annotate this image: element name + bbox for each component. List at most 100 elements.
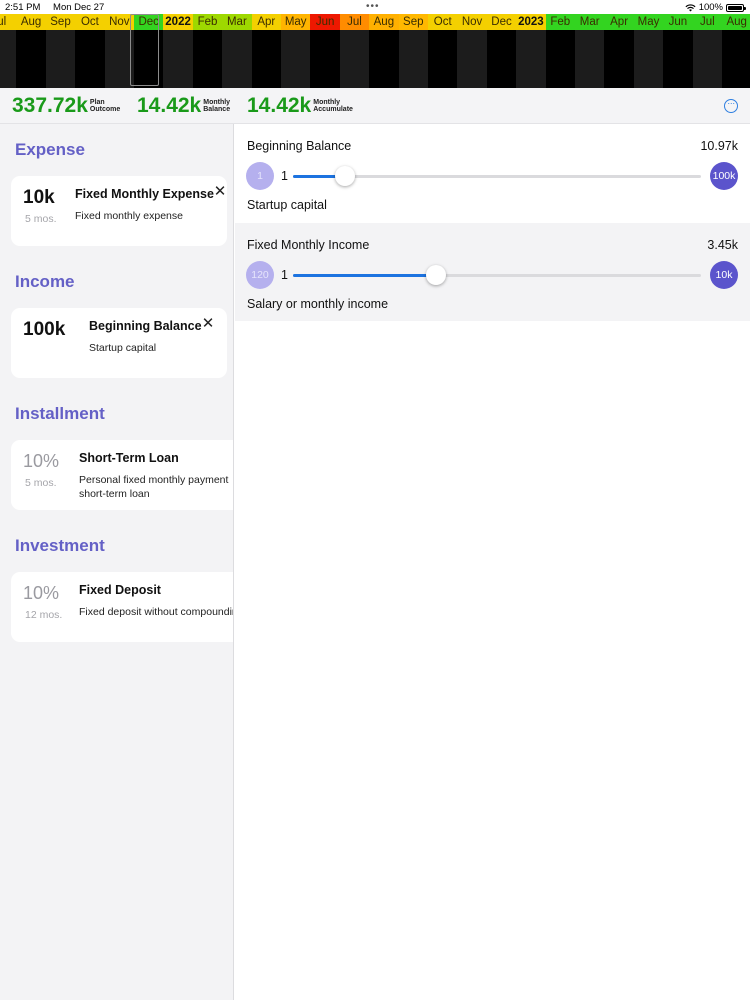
monthly-accumulate-value: 14.42k	[247, 94, 312, 117]
fixed-monthly-income-row: Fixed Monthly Income 3.45k 120 1 10k Sal…	[235, 223, 750, 321]
monthly-accumulate-metric: 14.42k Monthly Accumulate	[247, 94, 353, 118]
timeline-month-column	[339, 30, 370, 88]
card-value: 10%	[23, 583, 60, 603]
card-description: Fixed deposit without compounding	[79, 606, 234, 618]
card-value: 10k	[23, 187, 55, 208]
timeline-month-label[interactable]: Aug	[16, 14, 46, 30]
timeline-month-column	[252, 30, 281, 88]
close-icon[interactable]: ✕	[201, 316, 215, 331]
status-right: 100%	[685, 2, 746, 13]
timeline-month-label[interactable]: Oct	[428, 14, 458, 30]
timeline-month-label[interactable]: May	[633, 14, 664, 30]
section-title-investment: Investment	[15, 536, 105, 555]
row-value: 3.45k	[707, 238, 738, 252]
battery-percent: 100%	[698, 2, 723, 13]
timeline-month-label[interactable]: Feb	[192, 14, 223, 30]
step-max-button[interactable]: 10k	[710, 261, 738, 289]
timeline-bars[interactable]	[0, 30, 750, 88]
monthly-balance-label-line-2: Balance	[203, 106, 231, 113]
timeline-month-column	[0, 30, 17, 88]
timeline-month-column	[633, 30, 664, 88]
timeline-month-label[interactable]: Feb	[545, 14, 575, 30]
row-value: 10.97k	[700, 139, 738, 153]
timeline-month-label[interactable]: Aug	[722, 14, 750, 30]
timeline-month-column	[310, 30, 339, 88]
timeline-month-label[interactable]: Mar	[222, 14, 252, 30]
timeline-month-label[interactable]: Sep	[398, 14, 428, 30]
section-title-income: Income	[15, 272, 75, 291]
card-description: Fixed monthly expense	[75, 210, 183, 222]
timeline-selection-handle[interactable]	[130, 14, 159, 86]
close-icon[interactable]: ✕	[213, 184, 227, 199]
timeline-month-column	[222, 30, 252, 88]
status-left: 2:51 PM Mon Dec 27	[5, 2, 114, 13]
timeline-month-column	[487, 30, 516, 88]
ellipsis-circle-icon[interactable]: ···	[724, 99, 738, 113]
timeline-month-label[interactable]: Jun	[663, 14, 693, 30]
card-description: Personal fixed monthly payment short-ter…	[79, 474, 229, 500]
row-title: Beginning Balance	[247, 139, 352, 153]
section-title-expense: Expense	[15, 140, 85, 159]
timeline-month-label[interactable]: 2022	[163, 14, 193, 30]
expense-card[interactable]: 10k 5 mos. Fixed Monthly Expense Fixed m…	[11, 176, 227, 246]
timeline-month-label[interactable]: Oct	[75, 14, 105, 30]
timeline-month-column	[604, 30, 633, 88]
plan-outcome-label: Plan Outcome	[90, 99, 120, 113]
timeline[interactable]: ul Aug Sep Oct Nov Dec 2022 Feb Mar Apr May Jun Jul A…	[0, 14, 750, 88]
beginning-balance-slider[interactable]	[293, 166, 701, 186]
step-min-button[interactable]: 1	[246, 162, 274, 190]
timeline-month-label[interactable]: Jul	[339, 14, 370, 30]
monthly-balance-metric: 14.42k Monthly Balance	[137, 94, 230, 118]
battery-icon	[726, 3, 746, 12]
summary-bar: 337.72k Plan Outcome 14.42k Monthly Bala…	[0, 88, 750, 124]
timeline-month-column	[281, 30, 311, 88]
timeline-month-label[interactable]: May	[281, 14, 311, 30]
timeline-month-label[interactable]: Jun	[310, 14, 340, 30]
timeline-month-column	[75, 30, 104, 88]
step-min-button[interactable]: 120	[246, 261, 274, 289]
app-window: 2:51 PM Mon Dec 27 ••• 100% ul Aug Sep Oct N…	[0, 0, 750, 1000]
timeline-month-label[interactable]: Nov	[457, 14, 487, 30]
timeline-month-label[interactable]: ul	[0, 14, 17, 30]
plan-outcome-metric: 337.72k Plan Outcome	[12, 94, 120, 118]
timeline-month-label[interactable]: Jul	[692, 14, 722, 30]
beginning-balance-row: Beginning Balance 10.97k 1 1 100k Startu…	[235, 124, 750, 222]
timeline-month-column	[398, 30, 428, 88]
multitasking-dots-icon[interactable]: •••	[366, 2, 380, 12]
step-max-button[interactable]: 100k	[710, 162, 738, 190]
card-duration: 5 mos.	[25, 477, 57, 489]
sidebar: Expense 10k 5 mos. Fixed Monthly Expense…	[0, 124, 234, 1000]
timeline-month-label[interactable]: Dec	[486, 14, 517, 30]
detail-panel: Beginning Balance 10.97k 1 1 100k Startu…	[235, 124, 750, 1000]
timeline-month-label[interactable]: 2023	[516, 14, 546, 30]
slider-thumb[interactable]	[335, 166, 356, 186]
installment-card[interactable]: 10% 5 mos. Short-Term Loan Personal fixe…	[11, 440, 233, 510]
monthly-balance-label-line-1: Monthly	[203, 99, 231, 106]
plan-outcome-value: 337.72k	[12, 94, 88, 117]
income-card[interactable]: 100k Beginning Balance Startup capital ✕	[11, 308, 227, 378]
timeline-month-label[interactable]: Apr	[604, 14, 634, 30]
card-title: Short-Term Loan	[79, 451, 179, 465]
timeline-month-label[interactable]: Mar	[575, 14, 605, 30]
timeline-month-column	[428, 30, 457, 88]
monthly-accumulate-label-line-1: Monthly	[313, 99, 341, 106]
timeline-month-column	[663, 30, 692, 88]
investment-card[interactable]: 10% 12 mos. Fixed Deposit Fixed deposit …	[11, 572, 234, 642]
fixed-monthly-income-slider[interactable]	[293, 265, 701, 285]
timeline-month-column	[516, 30, 546, 88]
timeline-month-column	[722, 30, 750, 88]
timeline-month-column	[16, 30, 45, 88]
plan-outcome-label-line-2: Outcome	[89, 106, 121, 113]
slider-min-label: 1	[281, 169, 288, 183]
timeline-month-label[interactable]: Aug	[369, 14, 399, 30]
slider-thumb[interactable]	[425, 265, 446, 285]
timeline-month-column	[193, 30, 222, 88]
card-duration: 5 mos.	[25, 213, 57, 225]
timeline-month-label[interactable]: Apr	[251, 14, 281, 30]
card-title: Fixed Deposit	[79, 583, 161, 597]
section-title-installment: Installment	[15, 404, 105, 423]
card-title: Beginning Balance	[89, 319, 202, 333]
timeline-month-label[interactable]: Sep	[45, 14, 76, 30]
timeline-month-column	[163, 30, 193, 88]
monthly-balance-label: Monthly Balance	[203, 99, 230, 113]
